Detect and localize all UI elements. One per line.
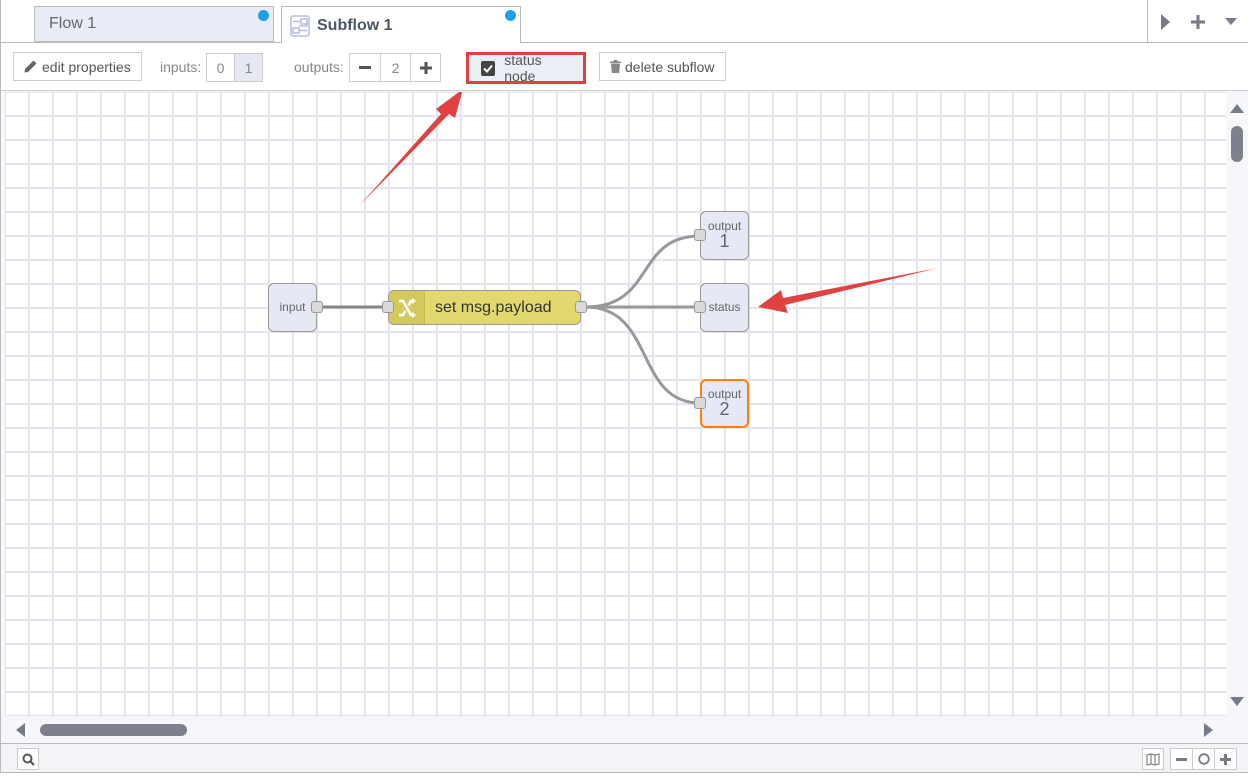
zoom-in-button[interactable] (1214, 748, 1237, 770)
minus-icon (359, 66, 371, 69)
inputs-option-1[interactable]: 1 (234, 53, 263, 82)
zoom-reset-button[interactable] (1192, 748, 1215, 770)
plus-icon (1190, 14, 1205, 29)
node-icon-area (389, 291, 425, 324)
pencil-icon (24, 60, 37, 73)
node-label: set msg.payload (435, 299, 552, 316)
minus-icon (1176, 757, 1187, 761)
output-port[interactable] (311, 301, 323, 313)
workspace: input set msg.payload output 1 status ou… (0, 90, 1248, 743)
wire-change-to-output-2[interactable] (585, 305, 701, 405)
edit-properties-button[interactable]: edit properties (13, 52, 142, 81)
horizontal-scrollbar[interactable] (1, 716, 1227, 743)
inputs-label: inputs: (160, 59, 202, 75)
circle-icon (1197, 753, 1210, 765)
changed-indicator-dot (505, 10, 516, 21)
status-node-checkbox[interactable] (481, 60, 496, 76)
subflow-input-node[interactable]: input (268, 283, 323, 332)
node-label: status (708, 300, 741, 314)
tab-label: Flow 1 (49, 15, 97, 32)
change-node[interactable]: set msg.payload (382, 290, 587, 325)
tab-bar: Flow 1 Subflow 1 (0, 0, 1248, 44)
subflow-status-node[interactable]: status (694, 283, 749, 332)
zoom-out-button[interactable] (1170, 748, 1193, 770)
map-icon (1146, 752, 1160, 766)
search-icon (22, 753, 35, 766)
flow-canvas[interactable]: input set msg.payload output 1 status ou… (5, 92, 1227, 717)
checkmark-icon (483, 64, 493, 73)
scroll-tabs-right-button[interactable] (1148, 0, 1181, 43)
caret-right-icon (1160, 13, 1170, 30)
annotation-arrow-status-node (758, 268, 938, 313)
wire-change-to-output-1[interactable] (585, 234, 701, 309)
input-port[interactable] (694, 301, 706, 313)
scroll-up-icon[interactable] (1230, 104, 1244, 113)
delete-subflow-label: delete subflow (625, 58, 715, 75)
changed-indicator-dot (258, 10, 269, 21)
scroll-down-icon[interactable] (1230, 697, 1244, 706)
plus-icon (419, 61, 432, 74)
vertical-scroll-thumb[interactable] (1231, 126, 1243, 162)
outputs-increment-button[interactable] (410, 53, 441, 82)
add-flow-button[interactable] (1181, 0, 1214, 43)
caret-down-icon (1224, 18, 1237, 25)
annotation-layer (359, 92, 938, 313)
trash-icon (610, 60, 621, 73)
horizontal-scroll-thumb[interactable] (40, 724, 187, 736)
inputs-selector: 0 1 (206, 53, 263, 82)
subflow-output-2-node[interactable]: output 2 (694, 379, 749, 428)
shuffle-icon (398, 297, 416, 318)
tab-controls (1147, 0, 1248, 43)
subflow-output-1-node[interactable]: output 1 (694, 211, 749, 260)
status-node-label: status node (504, 52, 542, 84)
outputs-label: outputs: (294, 59, 344, 75)
flow-list-menu-button[interactable] (1214, 0, 1247, 43)
tab-label: Subflow 1 (317, 16, 393, 34)
subflow-icon (290, 14, 310, 37)
annotation-arrow-status-toggle (359, 92, 463, 206)
tab-subflow-1[interactable]: Subflow 1 (281, 6, 521, 44)
outputs-stepper: 2 (349, 53, 441, 82)
outputs-value[interactable]: 2 (380, 53, 411, 82)
scroll-right-icon[interactable] (1204, 723, 1213, 737)
workspace-footer (0, 743, 1248, 773)
status-node-toggle[interactable]: status node (466, 52, 586, 84)
input-port[interactable] (694, 229, 706, 241)
tab-flow-1[interactable]: Flow 1 (34, 6, 274, 42)
input-port[interactable] (694, 397, 706, 409)
output-port[interactable] (575, 301, 587, 313)
edit-properties-label: edit properties (42, 58, 131, 75)
node-number: 1 (719, 231, 730, 251)
wires-layer (322, 234, 701, 405)
inputs-option-0[interactable]: 0 (206, 53, 235, 82)
plus-icon (1220, 753, 1231, 765)
search-button[interactable] (17, 748, 39, 770)
node-label: input (279, 300, 306, 314)
scroll-left-icon[interactable] (16, 723, 25, 737)
node-number: 2 (719, 399, 730, 419)
subflow-toolbar: edit properties inputs: 0 1 outputs: 2 s… (0, 43, 1248, 90)
input-port[interactable] (382, 301, 394, 313)
vertical-scrollbar[interactable] (1226, 91, 1248, 717)
navigator-button[interactable] (1142, 748, 1164, 770)
delete-subflow-button[interactable]: delete subflow (599, 52, 726, 81)
outputs-decrement-button[interactable] (349, 53, 381, 82)
